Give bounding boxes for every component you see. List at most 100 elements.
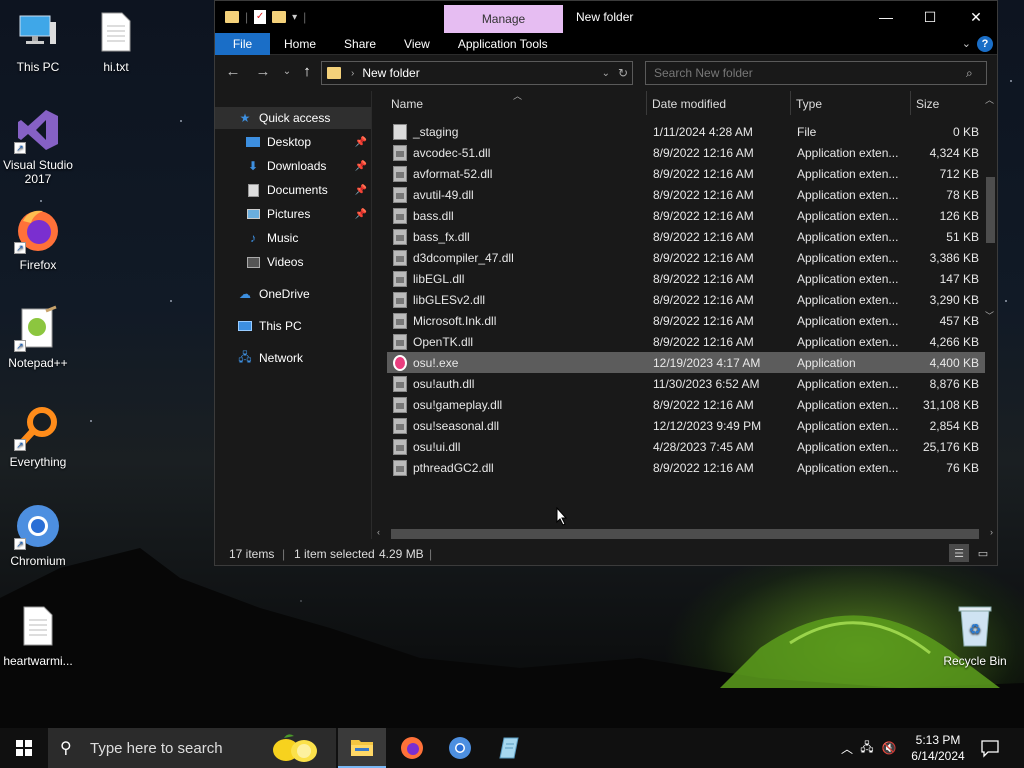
taskbar-chromium[interactable] <box>436 728 484 768</box>
pin-icon[interactable]: 📌 <box>355 209 367 220</box>
customize-toolbar-icon[interactable]: ▾ <box>292 12 297 23</box>
help-icon[interactable]: ? <box>977 36 993 52</box>
taskbar-notepad-app[interactable] <box>486 728 534 768</box>
file-row[interactable]: pthreadGC2.dll 8/9/2022 12:16 AM Applicati… <box>387 457 985 478</box>
notification-center-icon[interactable] <box>980 738 1000 758</box>
desktop-icon-recycle-bin[interactable]: ♻ Recycle Bin <box>937 602 1013 668</box>
nav-item-quick-access[interactable]: ★ Quick access <box>215 107 371 129</box>
file-row[interactable]: osu!auth.dll 11/30/2023 6:52 AM Applicatio… <box>387 373 985 394</box>
address-dropdown-icon[interactable]: ⌄ <box>602 68 610 79</box>
taskbar-file-explorer[interactable] <box>338 728 386 768</box>
tab-file[interactable]: File <box>215 32 270 55</box>
scrollbar-thumb[interactable] <box>986 177 995 243</box>
scroll-left-arrow-icon[interactable]: ‹ <box>377 527 380 537</box>
desktop-icon-heartwarming[interactable]: heartwarmi... <box>0 602 76 668</box>
file-type: Application exten... <box>797 166 899 181</box>
taskbar-clock[interactable]: 5:13 PM 6/14/2024 <box>906 732 970 764</box>
tab-share[interactable]: Share <box>330 33 390 55</box>
nav-item-label: Downloads <box>267 159 327 173</box>
desktop-icon-firefox[interactable]: ↗ Firefox <box>0 206 76 272</box>
desktop-icon-visual-studio[interactable]: ↗ Visual Studio 2017 <box>0 106 76 186</box>
start-button[interactable] <box>0 728 48 768</box>
file-name: osu!seasonal.dll <box>413 418 500 433</box>
vertical-scrollbar[interactable]: ︿ ﹀ <box>983 91 997 345</box>
desktop-icon-chromium[interactable]: ↗ Chromium <box>0 502 76 568</box>
file-row[interactable]: libEGL.dll 8/9/2022 12:16 AM Application e… <box>387 268 985 289</box>
desktop-icon-this-pc[interactable]: This PC <box>0 8 76 74</box>
network-status-icon[interactable]: 🖧 <box>856 738 878 759</box>
file-row[interactable]: libGLESv2.dll 8/9/2022 12:16 AM Applicatio… <box>387 289 985 310</box>
file-name: avcodec-51.dll <box>413 145 491 160</box>
close-button[interactable]: ✕ <box>953 1 999 33</box>
column-header-name[interactable]: Name <box>391 97 423 111</box>
desktop-icon-everything[interactable]: ↗ Everything <box>0 403 76 469</box>
up-arrow-icon[interactable]: ↑ <box>297 63 317 80</box>
desktop-icon-hi-txt[interactable]: hi.txt <box>78 8 154 74</box>
file-row[interactable]: Microsoft.Ink.dll 8/9/2022 12:16 AM Applic… <box>387 310 985 331</box>
column-header-type[interactable]: Type <box>796 97 822 111</box>
nav-item-pictures[interactable]: Pictures 📌 <box>215 203 371 225</box>
nav-item-documents[interactable]: Documents 📌 <box>215 179 371 201</box>
tab-view[interactable]: View <box>390 33 444 55</box>
nav-item-network[interactable]: 🖧 Network <box>215 347 371 369</box>
desktop-icon-notepad-plus-plus[interactable]: ↗ Notepad++ <box>0 304 76 370</box>
address-path[interactable]: New folder <box>362 66 419 80</box>
nav-item-desktop[interactable]: Desktop 📌 <box>215 131 371 153</box>
desktop-icon-label: Everything <box>9 455 67 469</box>
column-header-size[interactable]: Size <box>916 97 939 111</box>
pictures-icon <box>245 207 261 221</box>
file-row[interactable]: bass.dll 8/9/2022 12:16 AM Application ext… <box>387 205 985 226</box>
desktop-icon-label: Recycle Bin <box>943 654 1007 668</box>
maximize-button[interactable]: ☐ <box>907 1 953 33</box>
file-size: 0 KB <box>952 124 979 139</box>
file-row[interactable]: d3dcompiler_47.dll 8/9/2022 12:16 AM Appli… <box>387 247 985 268</box>
music-note-icon: ♪ <box>250 231 256 245</box>
file-row[interactable]: osu!.exe 12/19/2023 4:17 AM Application 4,4… <box>387 352 985 373</box>
search-highlight-lemon-icon <box>273 734 317 762</box>
show-hidden-icons-chevron-icon[interactable]: ︿ <box>838 740 856 757</box>
pin-icon[interactable]: 📌 <box>355 161 367 172</box>
file-row[interactable]: osu!ui.dll 4/28/2023 7:45 AM Application e… <box>387 436 985 457</box>
address-box[interactable]: › New folder ⌄ ↻ <box>321 61 633 85</box>
file-row[interactable]: avutil-49.dll 8/9/2022 12:16 AM Applicatio… <box>387 184 985 205</box>
volume-muted-icon[interactable]: 🔇 <box>878 741 900 755</box>
pin-icon[interactable]: 📌 <box>355 137 367 148</box>
new-folder-icon[interactable] <box>272 11 287 23</box>
back-arrow-icon[interactable]: ← <box>223 63 243 80</box>
pin-icon[interactable]: 📌 <box>355 185 367 196</box>
scroll-down-arrow-icon[interactable]: ﹀ <box>985 309 994 322</box>
nav-item-downloads[interactable]: ⬇ Downloads 📌 <box>215 155 371 177</box>
properties-icon[interactable]: ✓ <box>254 10 267 24</box>
tab-home[interactable]: Home <box>270 33 330 55</box>
file-size: 457 KB <box>939 313 979 328</box>
taskbar-search-box[interactable]: ⚲ Type here to search <box>48 728 336 768</box>
scroll-up-arrow-icon[interactable]: ︿ <box>985 93 994 106</box>
manage-context-tab[interactable]: Manage <box>444 5 563 33</box>
file-row[interactable]: osu!gameplay.dll 8/9/2022 12:16 AM Applica… <box>387 394 985 415</box>
tab-application-tools[interactable]: Application Tools <box>444 33 562 55</box>
scrollbar-thumb[interactable] <box>391 529 979 539</box>
file-row[interactable]: osu!seasonal.dll 12/12/2023 9:49 PM Applic… <box>387 415 985 436</box>
desktop-icon-label: Visual Studio 2017 <box>3 158 73 186</box>
scroll-right-arrow-icon[interactable]: › <box>990 527 993 537</box>
refresh-icon[interactable]: ↻ <box>618 66 628 80</box>
expand-ribbon-chevron-icon[interactable]: ⌄ <box>962 37 971 50</box>
horizontal-scrollbar[interactable]: ‹ › <box>373 525 997 541</box>
file-row[interactable]: avformat-52.dll 8/9/2022 12:16 AM Applicat… <box>387 163 985 184</box>
file-row[interactable]: bass_fx.dll 8/9/2022 12:16 AM Application … <box>387 226 985 247</box>
details-view-icon[interactable]: ☰ <box>949 544 969 562</box>
file-row[interactable]: avcodec-51.dll 8/9/2022 12:16 AM Applicati… <box>387 142 985 163</box>
forward-arrow-icon[interactable]: → <box>253 63 273 80</box>
minimize-button[interactable]: — <box>863 1 909 33</box>
nav-item-videos[interactable]: Videos <box>215 251 371 273</box>
large-icons-view-icon[interactable]: ▭ <box>973 544 993 562</box>
nav-item-onedrive[interactable]: ☁ OneDrive <box>215 283 371 305</box>
search-input[interactable]: Search New folder ⌕ <box>645 61 987 85</box>
recent-locations-chevron-icon[interactable]: ⌄ <box>277 66 297 77</box>
taskbar-firefox[interactable] <box>388 728 436 768</box>
file-row[interactable]: _staging 1/11/2024 4:28 AM File 0 KB <box>387 121 985 142</box>
nav-item-this-pc[interactable]: This PC <box>215 315 371 337</box>
file-row[interactable]: OpenTK.dll 8/9/2022 12:16 AM Application e… <box>387 331 985 352</box>
column-header-date-modified[interactable]: Date modified <box>652 97 726 111</box>
nav-item-music[interactable]: ♪ Music <box>215 227 371 249</box>
